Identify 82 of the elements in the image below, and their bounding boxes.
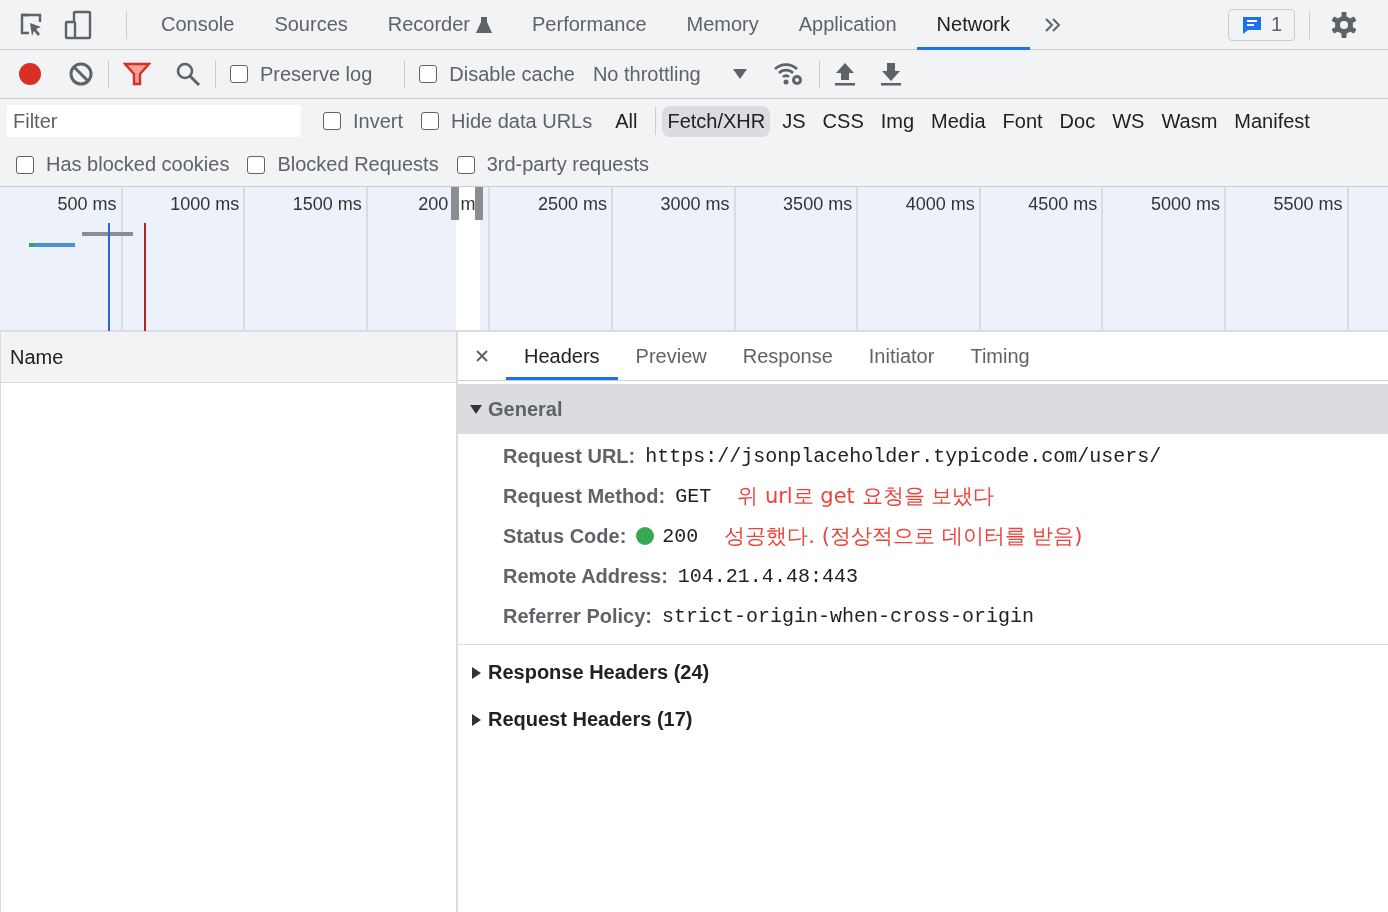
- type-filter-button[interactable]: Fetch/XHR: [662, 105, 771, 137]
- type-filter-button[interactable]: WS: [1107, 105, 1150, 137]
- time-tick-label: 1500 ms: [292, 194, 362, 215]
- detail-tab[interactable]: Preview: [617, 332, 725, 380]
- filter-icon[interactable]: [123, 61, 151, 87]
- clear-icon[interactable]: [68, 61, 94, 87]
- checkbox[interactable]: Blocked Requests: [247, 153, 439, 176]
- detail-tab[interactable]: Timing: [952, 332, 1048, 380]
- time-tick-label: 3000 ms: [660, 194, 730, 215]
- header-value: 200: [662, 524, 699, 548]
- time-tick-label: 3500 ms: [783, 194, 853, 215]
- type-filter-button[interactable]: JS: [777, 105, 811, 137]
- detail-tab[interactable]: Initiator: [850, 332, 953, 380]
- issues-button[interactable]: 1: [1227, 8, 1295, 41]
- panel-tab[interactable]: Sources: [254, 0, 368, 50]
- download-icon[interactable]: [879, 61, 902, 87]
- header-label: Status Code:: [503, 524, 627, 548]
- header-label: Referrer Policy:: [503, 604, 652, 628]
- header-value: 104.21.4.48:443: [677, 564, 858, 588]
- expand-arrow-icon: [470, 403, 482, 415]
- header-value: strict-origin-when-cross-origin: [661, 604, 1035, 628]
- panel-tab[interactable]: Memory: [666, 0, 779, 50]
- more-tabs-icon[interactable]: [1043, 16, 1062, 33]
- type-filter-button[interactable]: CSS: [817, 105, 869, 137]
- annotation-note: 성공했다. (정상적으로 데이터를 받음): [724, 523, 1083, 550]
- checkbox[interactable]: Has blocked cookies: [16, 153, 230, 176]
- time-tick-label: 200: [418, 194, 449, 215]
- device-toolbar-icon[interactable]: [64, 9, 92, 40]
- record-button[interactable]: [16, 60, 44, 88]
- header-value: https://jsonplaceholder.typicode.com/users/: [645, 444, 1162, 468]
- type-filter-button[interactable]: All: [610, 105, 643, 137]
- type-filter-button[interactable]: Font: [997, 105, 1048, 137]
- close-icon[interactable]: [475, 349, 489, 363]
- column-header[interactable]: Name: [10, 345, 64, 369]
- time-tick-label: 4500 ms: [1028, 194, 1098, 215]
- inspect-element-icon[interactable]: [18, 11, 44, 38]
- expand-arrow-icon: [470, 713, 482, 726]
- filter-field[interactable]: Filter: [7, 105, 301, 137]
- panel-tab[interactable]: Recorder: [367, 0, 513, 50]
- time-tick-label: 4000 ms: [905, 194, 975, 215]
- time-tick-label: 5500 ms: [1273, 194, 1343, 215]
- checkbox[interactable]: Preserve log: [230, 62, 373, 86]
- message-icon: [1240, 14, 1263, 35]
- checkbox[interactable]: Disable cache: [419, 62, 575, 86]
- dropdown-arrow-icon: [732, 68, 747, 80]
- detail-tab[interactable]: Headers: [506, 332, 618, 380]
- section-header[interactable]: Request Headers (17): [458, 696, 1388, 743]
- throttling-dropdown[interactable]: No throttling: [592, 62, 747, 86]
- checkbox[interactable]: Hide data URLs: [421, 109, 593, 133]
- flask-icon: [476, 15, 493, 34]
- type-filter-button[interactable]: Img: [875, 105, 920, 137]
- overview-window[interactable]: m: [456, 187, 480, 330]
- section-header[interactable]: General: [458, 384, 1388, 434]
- type-filter-button[interactable]: Doc: [1054, 105, 1101, 137]
- window-handle[interactable]: [451, 187, 459, 220]
- time-tick-label: 1000 ms: [170, 194, 240, 215]
- window-handle[interactable]: [475, 187, 483, 220]
- header-label: Request Method:: [503, 484, 666, 508]
- header-label: Remote Address:: [503, 564, 668, 588]
- header-value: GET: [675, 484, 712, 508]
- time-tick-label: 500 ms: [57, 194, 117, 215]
- search-icon[interactable]: [175, 61, 201, 87]
- type-filter-button[interactable]: Wasm: [1156, 105, 1223, 137]
- detail-tab[interactable]: Response: [724, 332, 851, 380]
- upload-icon[interactable]: [833, 61, 856, 87]
- checkbox[interactable]: 3rd-party requests: [456, 153, 649, 176]
- type-filter-button[interactable]: Manifest: [1229, 105, 1315, 137]
- network-conditions-icon[interactable]: [772, 61, 805, 87]
- section-header[interactable]: Response Headers (24): [458, 649, 1388, 696]
- expand-arrow-icon: [470, 666, 482, 679]
- panel-tab[interactable]: Application: [778, 0, 917, 50]
- checkbox[interactable]: Invert: [323, 109, 404, 133]
- time-tick-label: 2500 ms: [537, 194, 607, 215]
- settings-icon[interactable]: [1330, 10, 1358, 39]
- panel-tab[interactable]: Performance: [512, 0, 667, 50]
- annotation-note: 위 url로 get 요청을 보냈다: [737, 483, 995, 510]
- header-label: Request URL:: [503, 444, 636, 468]
- request-bar: [82, 232, 133, 236]
- panel-tab[interactable]: Console: [141, 0, 255, 50]
- time-tick-label: 5000 ms: [1150, 194, 1220, 215]
- type-filter-button[interactable]: Media: [926, 105, 991, 137]
- window-text: m: [460, 194, 476, 215]
